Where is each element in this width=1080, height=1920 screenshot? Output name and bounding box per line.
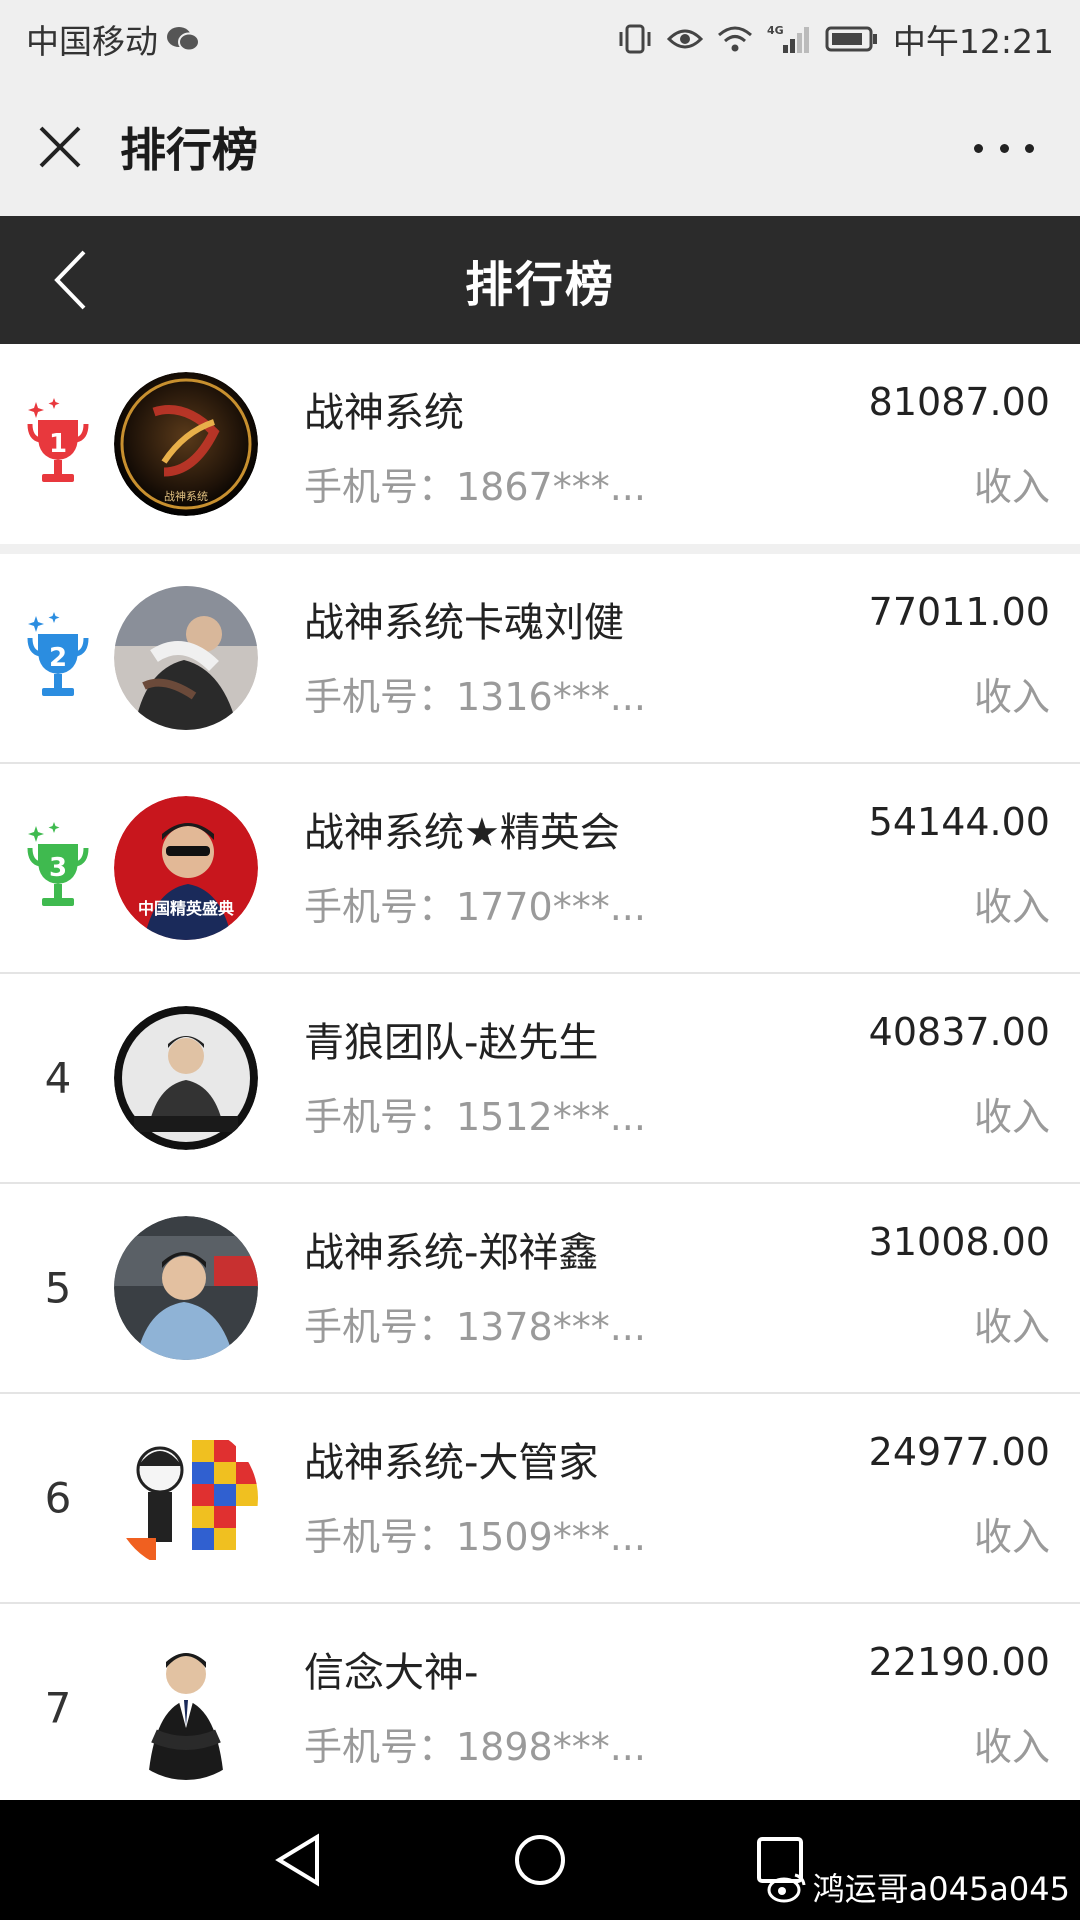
nav-home-button[interactable] [480,1800,600,1920]
income-label: 收入 [973,1515,1050,1559]
page-title: 排行榜 [464,257,615,313]
cellular-signal-icon: 4G [767,23,811,55]
close-icon [39,126,81,168]
income-label: 收入 [973,1725,1050,1769]
income-amount: 54144.00 [868,800,1050,844]
more-dot [999,143,1009,153]
ranking-row[interactable]: 3 中国精英盛典 战神系统★精英会 手机号：1770***... 54144.0… [0,764,1080,974]
avatar: 中国精英盛典 [114,796,258,940]
user-name: 战神系统-大管家 [304,1440,599,1486]
wechat-page-title: 排行榜 [120,123,258,177]
avatar [114,1006,258,1150]
income-amount: 24977.00 [868,1430,1050,1474]
rank-label: 2 [49,643,67,673]
watermark: 鸿运哥a045a045 [767,1864,1070,1910]
ranking-row[interactable]: 2 战神系统卡魂刘健 手机号：1316***... 77011.00 收入 [0,554,1080,764]
avatar [114,1426,258,1570]
income-amount: 40837.00 [868,1010,1050,1054]
phone-number: 手机号：1509***... [304,1515,646,1559]
rank-number: 5 [44,1263,72,1313]
wifi-icon [717,25,753,53]
triangle-back-icon [275,1833,319,1887]
vibrate-icon [617,23,653,55]
income-label: 收入 [973,1305,1050,1349]
avatar [114,586,258,730]
phone-number: 手机号：1378***... [304,1305,646,1349]
user-name: 战神系统-郑祥鑫 [304,1230,599,1276]
page-header: 排行榜 [0,216,1080,344]
phone-number: 手机号：1316***... [304,675,646,719]
eye-icon [666,25,703,53]
phone-number: 手机号：1770***... [304,885,646,929]
wechat-notification-icon [166,25,200,53]
rank-number: 6 [44,1473,72,1523]
user-name: 战神系统 [304,390,464,436]
wechat-title-bar: 排行榜 [0,78,1080,216]
avatar [114,1216,258,1360]
rank-number: 7 [44,1683,72,1733]
chevron-left-icon [54,250,86,310]
avatar-caption: 战神系统 [164,489,208,503]
svg-text:4G: 4G [767,24,784,37]
carrier-label: 中国移动 [26,22,158,61]
user-name: 青狼团队-赵先生 [304,1020,599,1066]
circle-home-icon [515,1835,565,1885]
phone-number: 手机号：1898***... [304,1725,646,1769]
ranking-row[interactable]: 1 战神系统 战神系统 手机号：1867***... 81087.00 收入 [0,344,1080,544]
income-label: 收入 [973,1095,1050,1139]
gold-trophy-icon: 1 [22,394,94,494]
section-gap [0,544,1080,554]
income-label: 收入 [973,675,1050,719]
rank-number: 4 [44,1053,72,1103]
income-amount: 77011.00 [868,590,1050,634]
user-name: 战神系统★精英会 [304,810,620,856]
phone-number: 手机号：1867***... [304,465,646,509]
income-amount: 81087.00 [868,380,1050,424]
nav-back-button[interactable] [238,1800,358,1920]
ranking-row[interactable]: 7 信念大神- 手机号：1898***... 22190.00 收入 [0,1604,1080,1814]
income-amount: 31008.00 [868,1220,1050,1264]
more-menu-button[interactable] [974,128,1034,168]
phone-number: 手机号：1512***... [304,1095,646,1139]
income-label: 收入 [973,465,1050,509]
income-amount: 22190.00 [868,1640,1050,1684]
user-name: 战神系统卡魂刘健 [304,600,624,646]
income-label: 收入 [973,885,1050,929]
ranking-row[interactable]: 5 战神系统-郑祥鑫 手机号：1378***... 31008.00 收入 [0,1184,1080,1394]
rank-label: 1 [49,429,67,459]
avatar-caption: 中国精英盛典 [138,899,234,918]
avatar [114,1636,258,1780]
more-dot [974,143,983,153]
close-button[interactable] [0,78,120,216]
more-dot [1025,143,1034,153]
avatar: 战神系统 [114,372,258,516]
silver-trophy-icon: 2 [22,608,94,708]
battery-icon [825,25,879,53]
ranking-row[interactable]: 4 青狼团队-赵先生 手机号：1512***... 40837.00 收入 [0,974,1080,1184]
user-name: 信念大神- [304,1650,479,1696]
bronze-trophy-icon: 3 [22,818,94,918]
back-button[interactable] [20,216,120,344]
status-bar: 中国移动 4G 中午12:21 [0,0,1080,78]
weibo-icon [767,1873,806,1903]
ranking-list: 1 战神系统 战神系统 手机号：1867***... 81087.00 收入 2… [0,344,1080,1814]
watermark-text: 鸿运哥a045a045 [812,1870,1070,1908]
system-navigation-bar: 鸿运哥a045a045 [0,1800,1080,1920]
rank-label: 3 [49,853,67,883]
ranking-row[interactable]: 6 战神系统-大管家 手机号：1509***... 24977.00 收入 [0,1394,1080,1604]
clock-label: 中午12:21 [892,22,1054,61]
